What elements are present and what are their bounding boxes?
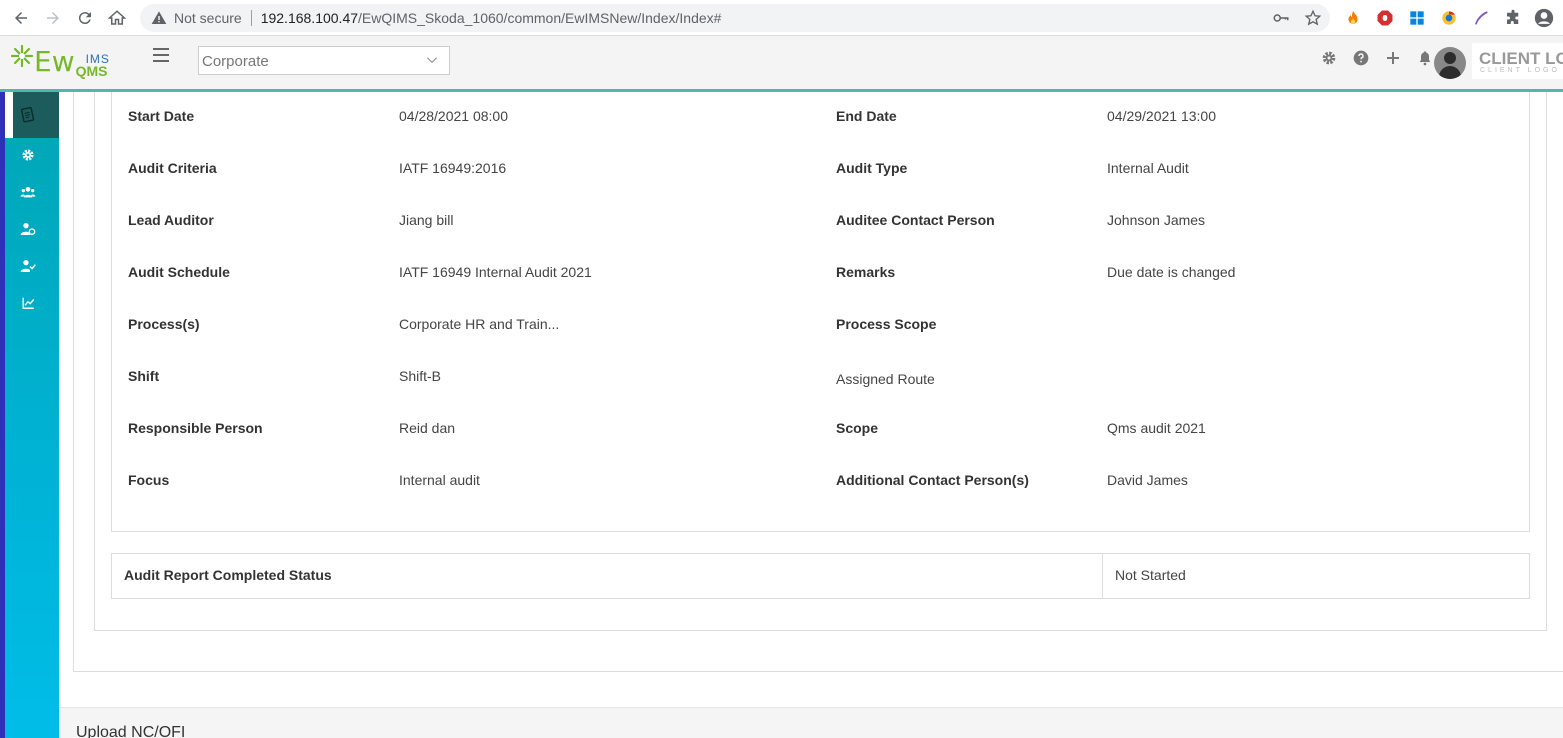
- puzzle-extensions-icon[interactable]: [1503, 8, 1523, 28]
- upload-nc-ofi-title: Upload NC/OFI: [76, 724, 186, 738]
- audit-report-status-value: Not Started: [1115, 567, 1186, 583]
- sidebar-user-settings-icon[interactable]: [19, 220, 37, 238]
- client-logo-subtitle: CLIENT LOGO: [1480, 67, 1560, 74]
- end-date-label: End Date: [836, 108, 897, 124]
- browser-toolbar: Not secure 192.168.100.47/EwQIMS_Skoda_1…: [0, 0, 1563, 36]
- additional-contact-value: David James: [1107, 472, 1188, 488]
- audit-type-value: Internal Audit: [1107, 160, 1189, 176]
- audit-document-icon: [19, 106, 37, 124]
- security-label: Not secure: [174, 10, 242, 26]
- corporate-select[interactable]: Corporate: [198, 46, 450, 75]
- focus-label: Focus: [128, 472, 170, 488]
- ewims-logo[interactable]: Ew IMS QMS: [10, 44, 110, 79]
- audit-schedule-value: IATF 16949 Internal Audit 2021: [399, 264, 592, 280]
- settings-gear-icon[interactable]: [1321, 50, 1337, 66]
- windows-extension-icon[interactable]: [1407, 8, 1427, 28]
- bookmark-star-icon[interactable]: [1304, 9, 1322, 32]
- audit-report-status-label: Audit Report Completed Status: [112, 554, 1103, 598]
- adblock-extension-icon[interactable]: [1375, 8, 1395, 28]
- start-date-value: 04/28/2021 08:00: [399, 108, 508, 124]
- responsible-person-value: Reid dan: [399, 420, 456, 436]
- audit-criteria-label: Audit Criteria: [128, 160, 217, 176]
- back-icon[interactable]: [9, 6, 33, 30]
- notification-bell-icon[interactable]: [1417, 50, 1433, 66]
- scope-label: Scope: [836, 420, 879, 436]
- responsible-person-label: Responsible Person: [128, 420, 263, 436]
- audit-type-label: Audit Type: [836, 160, 908, 176]
- additional-contact-label: Additional Contact Person(s): [836, 472, 1029, 488]
- client-logo: CLIENT LOGO CLIENT LOGO: [1472, 43, 1563, 79]
- forward-icon[interactable]: [41, 6, 65, 30]
- remarks-label: Remarks: [836, 264, 896, 280]
- audit-report-status-table: Audit Report Completed Status Not Starte…: [111, 553, 1530, 599]
- shift-value: Shift-B: [399, 368, 442, 384]
- client-logo-title: CLIENT LOGO: [1479, 49, 1563, 68]
- sidebar-active-indicator: [5, 92, 13, 138]
- process-scope-label: Process Scope: [836, 316, 937, 332]
- sidebar-users-group-icon[interactable]: [19, 183, 37, 201]
- reload-icon[interactable]: [73, 6, 97, 30]
- shift-label: Shift: [128, 368, 160, 384]
- upload-nc-ofi-section[interactable]: Upload NC/OFI: [59, 707, 1563, 738]
- sidebar-chart-icon[interactable]: [19, 294, 37, 312]
- logo-sub-text: QMS: [75, 63, 108, 79]
- home-icon[interactable]: [105, 6, 129, 30]
- audit-criteria-value: IATF 16949:2016: [399, 160, 507, 176]
- address-bar[interactable]: Not secure 192.168.100.47/EwQIMS_Skoda_1…: [140, 4, 1330, 32]
- help-icon[interactable]: [1353, 50, 1369, 66]
- divider: [250, 10, 252, 26]
- lead-auditor-value: Jiang bill: [399, 212, 454, 228]
- corporate-select-value: Corporate: [202, 53, 269, 70]
- warning-icon: [150, 9, 168, 27]
- audit-schedule-label: Audit Schedule: [128, 264, 230, 280]
- sidebar-user-check-icon[interactable]: [19, 257, 37, 275]
- fire-extension-icon[interactable]: [1343, 8, 1363, 28]
- sidebar: [0, 92, 59, 738]
- profile-icon[interactable]: [1534, 8, 1554, 28]
- focus-value: Internal audit: [399, 472, 480, 488]
- remarks-value: Due date is changed: [1107, 264, 1236, 280]
- end-date-value: 04/29/2021 13:00: [1107, 108, 1216, 124]
- add-icon[interactable]: [1385, 50, 1401, 66]
- url-text: 192.168.100.47/EwQIMS_Skoda_1060/common/…: [260, 10, 722, 26]
- assigned-route-label: Assigned Route: [836, 371, 935, 387]
- scope-value: Qms audit 2021: [1107, 420, 1206, 436]
- pen-extension-icon[interactable]: [1471, 8, 1491, 28]
- app-header: Ew IMS QMS Corporate CLIENT LOGO CLIENT …: [0, 36, 1563, 92]
- process-label: Process(s): [128, 316, 200, 332]
- logo-text: Ew: [34, 45, 75, 78]
- menu-toggle-icon[interactable]: [153, 48, 169, 62]
- audit-details-box: [111, 92, 1530, 532]
- auditee-contact-value: Johnson James: [1107, 212, 1206, 228]
- sidebar-edge: [0, 92, 5, 738]
- logo-star-icon: [10, 44, 34, 77]
- sidebar-settings-icon[interactable]: [19, 146, 37, 164]
- lead-auditor-label: Lead Auditor: [128, 212, 214, 228]
- start-date-label: Start Date: [128, 108, 195, 124]
- main-content: Start Date 04/28/2021 08:00 Audit Criter…: [59, 92, 1563, 738]
- auditee-contact-label: Auditee Contact Person: [836, 212, 995, 228]
- process-value: Corporate HR and Train...: [399, 316, 560, 332]
- chrome-extension-icon[interactable]: [1439, 8, 1459, 28]
- user-avatar[interactable]: [1434, 47, 1466, 79]
- key-icon[interactable]: [1272, 9, 1290, 32]
- chevron-down-icon: [426, 57, 438, 64]
